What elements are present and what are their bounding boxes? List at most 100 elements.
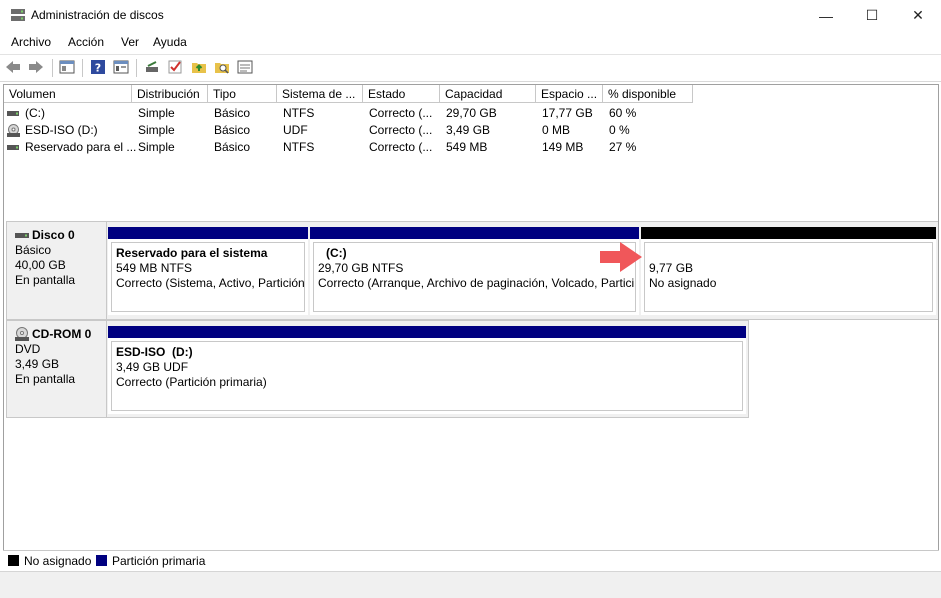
partition-status: Correcto (Sistema, Activo, Partición: [116, 276, 305, 290]
table-row[interactable]: Reservado para el ... Simple Básico NTFS…: [4, 139, 938, 156]
search-button[interactable]: [213, 58, 231, 76]
cell-free: 17,77 GB: [542, 106, 593, 120]
properties-icon: [113, 60, 129, 74]
partition-size-fs: 3,49 GB UDF: [116, 360, 189, 374]
window-title: Administración de discos: [31, 8, 164, 22]
column-header-volumen[interactable]: Volumen: [4, 85, 132, 103]
show-hide-console-button[interactable]: [58, 58, 76, 76]
menu-ver[interactable]: Ver: [121, 35, 139, 49]
volume-list: Volumen Distribución Tipo Sistema de ...…: [3, 84, 939, 214]
toolbar-separator: [136, 59, 137, 77]
legend-swatch-unallocated: [8, 555, 19, 566]
cell-layout: Simple: [138, 123, 175, 137]
legend-swatch-primary: [96, 555, 107, 566]
status-bar: [0, 571, 941, 598]
menu-ayuda[interactable]: Ayuda: [153, 35, 187, 49]
menu-archivo[interactable]: Archivo: [11, 35, 51, 49]
disk-graphical-view: Disco 0 Básico 40,00 GB En pantalla Rese…: [3, 212, 939, 550]
cell-layout: Simple: [138, 106, 175, 120]
cdrom-0-label[interactable]: CD-ROM 0 DVD 3,49 GB En pantalla: [6, 320, 107, 418]
back-button[interactable]: [4, 58, 22, 76]
cell-type: Básico: [214, 123, 251, 137]
partition-type-bar: [641, 227, 936, 239]
help-icon: ?: [91, 60, 105, 75]
cell-fs: UDF: [283, 123, 308, 137]
disk-0-label[interactable]: Disco 0 Básico 40,00 GB En pantalla: [6, 221, 107, 320]
partition-name: (C:): [326, 246, 347, 260]
arrow-left-icon: [6, 61, 20, 73]
cell-pct: 0 %: [609, 123, 630, 137]
close-icon: ✕: [912, 7, 924, 23]
partition-esd-iso[interactable]: ESD-ISO (D:) 3,49 GB UDF Correcto (Parti…: [108, 326, 746, 414]
cell-type: Básico: [214, 140, 251, 154]
legend: No asignado Partición primaria: [3, 550, 939, 571]
cell-status: Correcto (...: [369, 106, 433, 120]
forward-button[interactable]: [27, 58, 45, 76]
cell-fs: NTFS: [283, 106, 315, 120]
console-tree-icon: [59, 60, 75, 74]
partition-c[interactable]: (C:) 29,70 GB NTFS Correcto (Arranque, A…: [310, 227, 639, 315]
list-settings-icon: [237, 60, 253, 74]
export-button[interactable]: [190, 58, 208, 76]
partition-size-fs: 549 MB NTFS: [116, 261, 193, 275]
partition-details: ESD-ISO (D:) 3,49 GB UDF Correcto (Parti…: [111, 341, 743, 411]
column-header-capacidad[interactable]: Capacidad: [440, 85, 536, 103]
menu-accion[interactable]: Acción: [68, 35, 104, 49]
column-header-tipo[interactable]: Tipo: [208, 85, 277, 103]
column-header-disponible[interactable]: % disponible: [603, 85, 693, 103]
partition-size-fs: 9,77 GB: [649, 261, 694, 275]
connect-button[interactable]: [143, 58, 161, 76]
legend-label-unallocated: No asignado: [24, 554, 92, 568]
partition-type-bar: [108, 227, 308, 239]
close-button[interactable]: ✕: [895, 0, 941, 31]
cell-free: 149 MB: [542, 140, 584, 154]
disk-connect-icon: [146, 61, 158, 72]
partition-type-bar: [108, 326, 746, 338]
hard-drive-icon: [7, 145, 19, 150]
cell-status: Correcto (...: [369, 140, 433, 154]
partition-reserved[interactable]: Reservado para el sistema 549 MB NTFS Co…: [108, 227, 308, 315]
partition-type-bar: [310, 227, 639, 239]
properties-button[interactable]: [112, 58, 130, 76]
cell-status: Correcto (...: [369, 123, 433, 137]
cd-drive-icon: [15, 327, 29, 341]
check-button[interactable]: [166, 58, 184, 76]
disk-state: En pantalla: [15, 273, 76, 287]
arrow-right-icon: [29, 61, 43, 73]
column-header-espacio[interactable]: Espacio ...: [536, 85, 603, 103]
column-header-estado[interactable]: Estado: [363, 85, 440, 103]
svg-text:?: ?: [95, 62, 101, 75]
cell-capacity: 3,49 GB: [446, 123, 491, 137]
maximize-button[interactable]: ☐: [849, 0, 895, 31]
cell-volume: (C:): [25, 106, 45, 120]
toolbar-separator: [82, 59, 83, 77]
legend-label-primary: Partición primaria: [112, 554, 206, 568]
settings-button[interactable]: [236, 58, 254, 76]
maximize-icon: ☐: [865, 7, 879, 23]
hard-drive-icon: [15, 233, 29, 238]
minimize-button[interactable]: —: [803, 0, 849, 31]
column-header-distribucion[interactable]: Distribución: [132, 85, 208, 103]
checkmark-icon: [168, 60, 182, 74]
partition-details: 9,77 GB No asignado: [644, 242, 933, 312]
column-header-sistema[interactable]: Sistema de ...: [277, 85, 363, 103]
help-button[interactable]: ?: [89, 58, 107, 76]
cd-drive-icon: [7, 124, 20, 137]
disk-size: 40,00 GB: [15, 258, 66, 272]
disk-kind: DVD: [15, 342, 41, 356]
cell-free: 0 MB: [542, 123, 571, 137]
partition-name: [649, 246, 932, 261]
cell-capacity: 549 MB: [446, 140, 488, 154]
table-row[interactable]: (C:) Simple Básico NTFS Correcto (... 29…: [4, 105, 938, 122]
partition-unallocated[interactable]: 9,77 GB No asignado: [641, 227, 936, 315]
partition-details: (C:) 29,70 GB NTFS Correcto (Arranque, A…: [313, 242, 636, 312]
cell-volume: ESD-ISO (D:): [25, 123, 98, 137]
partition-status: No asignado: [649, 276, 717, 290]
cell-pct: 27 %: [609, 140, 637, 154]
partition-size-fs: 29,70 GB NTFS: [318, 261, 404, 275]
toolbar-separator: [52, 59, 53, 77]
partition-name: ESD-ISO (D:): [116, 345, 193, 359]
disk-kind: Básico: [15, 243, 52, 257]
cell-volume: Reservado para el ...: [25, 140, 137, 154]
table-row[interactable]: ESD-ISO (D:) Simple Básico UDF Correcto …: [4, 122, 938, 139]
